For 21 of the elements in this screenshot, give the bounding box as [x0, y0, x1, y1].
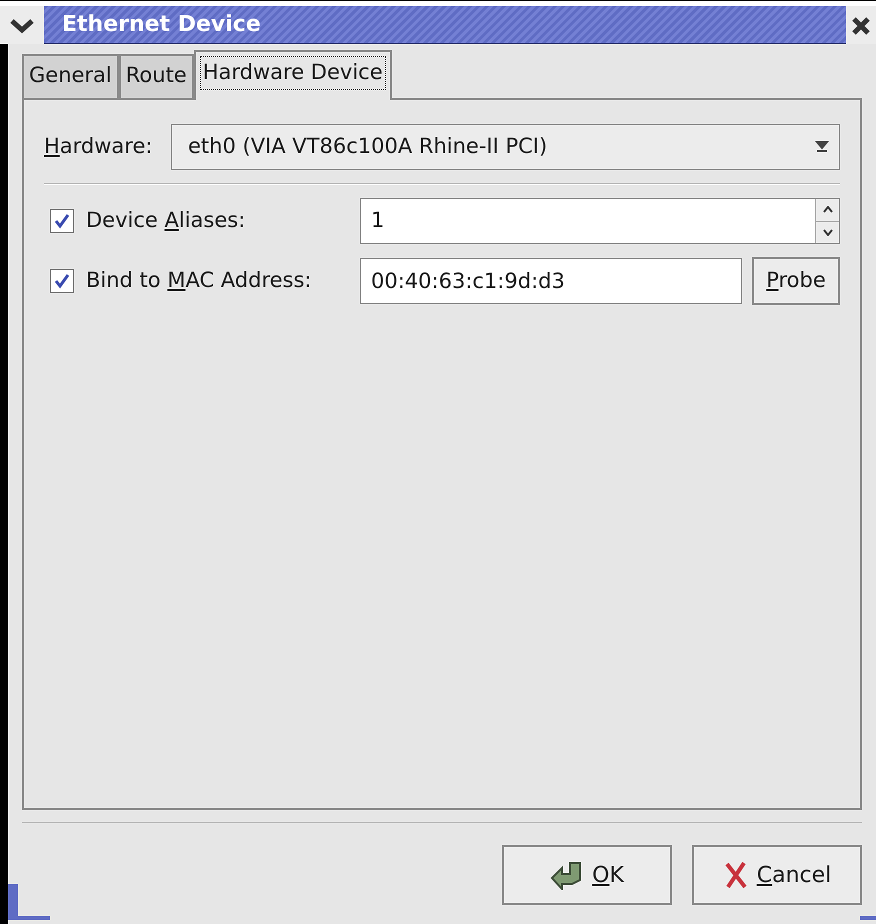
window-corner	[860, 916, 876, 920]
hardware-dropdown[interactable]: eth0 (VIA VT86c100A Rhine-II PCI)	[171, 124, 840, 170]
window-title: Ethernet Device	[62, 11, 261, 39]
ok-button[interactable]: OK	[502, 845, 672, 905]
probe-button[interactable]: Probe	[752, 257, 840, 305]
aliases-spin-field[interactable]: 1	[360, 198, 840, 244]
cancel-button[interactable]: Cancel	[692, 845, 862, 905]
tab[interactable]: Route	[118, 54, 194, 98]
cross-icon	[722, 861, 749, 889]
window-menu-icon[interactable]	[0, 6, 44, 45]
hardware-label: Hardware:	[44, 133, 154, 160]
device-aliases-label: Device Aliases:	[86, 207, 246, 234]
checkbox[interactable]	[50, 269, 74, 293]
tab[interactable]: General	[22, 54, 119, 98]
close-icon[interactable]	[846, 6, 876, 45]
mac-address-field[interactable]: 00:40:63:c1:9d:d3	[360, 258, 742, 304]
dropdown-arrow-icon	[815, 139, 829, 155]
checkbox[interactable]	[50, 209, 74, 233]
tab[interactable]: Hardware Device	[194, 50, 392, 100]
bind-mac-label: Bind to MAC Address:	[86, 267, 312, 294]
window-corner	[8, 884, 50, 920]
